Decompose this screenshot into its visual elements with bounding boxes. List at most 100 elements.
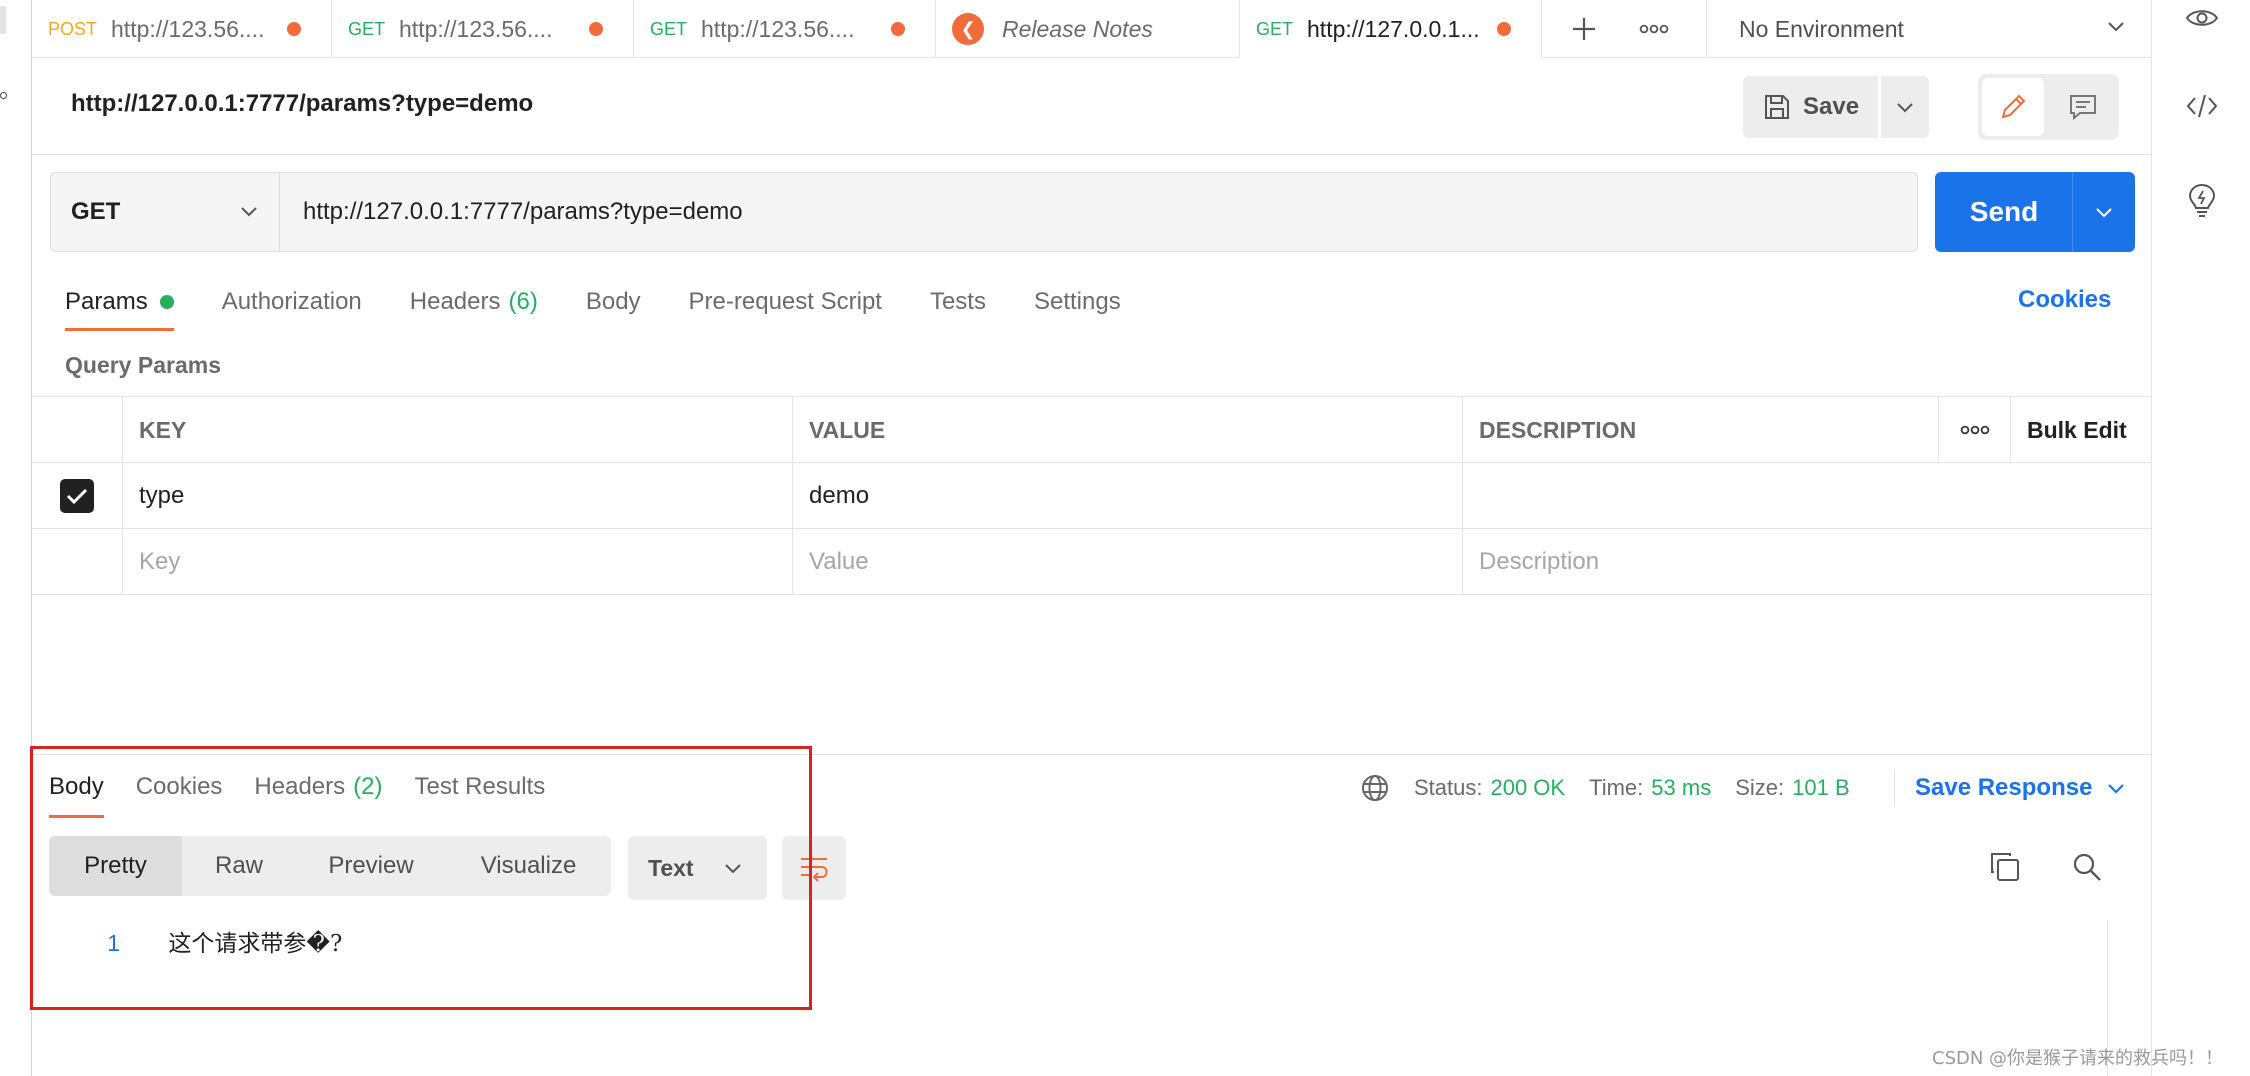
chevron-down-icon (2108, 22, 2124, 32)
param-description-cell[interactable] (1462, 463, 2151, 529)
new-value-input[interactable]: Value (792, 529, 1462, 595)
comment-icon (2070, 95, 2096, 121)
unsaved-dot-icon (1497, 22, 1511, 36)
environment-quick-look-button[interactable] (2180, 0, 2224, 40)
tab-request-1[interactable]: POST http://123.56.... (32, 0, 332, 58)
code-icon (2186, 94, 2218, 118)
pencil-icon (2001, 94, 2026, 119)
watermark: CSDN @你是猴子请来的救兵吗！！ (1932, 1048, 2224, 1069)
check-icon (66, 488, 88, 505)
save-response-button[interactable]: Save Response (1894, 770, 2126, 806)
environment-label: No Environment (1739, 15, 1904, 42)
tab-method: POST (48, 18, 98, 39)
save-label: Save (1803, 93, 1860, 120)
header-divider (32, 154, 2151, 155)
tab-label: Release Notes (1002, 15, 1153, 42)
column-description: DESCRIPTION (1462, 397, 1938, 463)
bulk-edit-button[interactable]: Bulk Edit (2010, 397, 2151, 463)
edit-mode-button[interactable] (1982, 78, 2044, 136)
table-row: type demo (32, 463, 2151, 529)
params-active-dot-icon (159, 295, 174, 309)
url-bar: GET (50, 172, 1918, 252)
tab-params[interactable]: Params (65, 270, 174, 334)
right-sidebar (2151, 0, 2250, 1076)
tab-pre-request-script[interactable]: Pre-request Script (689, 270, 882, 334)
param-value-cell[interactable]: demo (792, 463, 1462, 529)
tab-options-button[interactable] (1624, 0, 1684, 58)
tab-request-2[interactable]: GET http://123.56.... (332, 0, 634, 58)
tab-method: GET (650, 18, 688, 39)
time-value[interactable]: 53 ms (1651, 775, 1711, 801)
params-header-row: KEY VALUE DESCRIPTION Bulk Edit (32, 397, 2151, 463)
param-key-cell[interactable]: type (122, 463, 792, 529)
time-label: Time: (1589, 775, 1644, 800)
size-value[interactable]: 101 B (1792, 775, 1850, 801)
save-options-button[interactable] (1881, 76, 1929, 138)
column-value: VALUE (792, 397, 1462, 463)
request-tabs: Params Authorization Headers (6) Body Pr… (65, 270, 1169, 334)
tab-label: http://127.0.0.1... (1307, 15, 1480, 42)
tab-request-3[interactable]: GET http://123.56.... (634, 0, 936, 58)
copy-icon[interactable] (1988, 850, 2022, 884)
column-key: KEY (122, 397, 792, 463)
tab-authorization[interactable]: Authorization (222, 270, 362, 334)
tab-params-label: Params (65, 288, 148, 315)
url-input[interactable] (281, 173, 1915, 251)
tab-tests[interactable]: Tests (930, 270, 986, 334)
plus-icon (1573, 18, 1595, 40)
status-value[interactable]: 200 OK (1490, 775, 1565, 801)
annotation-highlight-box (30, 746, 812, 1010)
info-button[interactable] (2180, 178, 2224, 222)
tab-headers[interactable]: Headers (6) (410, 270, 538, 334)
send-options-button[interactable] (2073, 172, 2135, 252)
send-button-group: Send (1935, 172, 2135, 252)
new-description-input[interactable]: Description (1462, 529, 2151, 595)
tab-settings-label: Settings (1033, 288, 1121, 315)
tab-bar: POST http://123.56.... GET http://123.56… (32, 0, 2152, 59)
release-notes-icon: ❮ (952, 13, 984, 45)
documentation-mode-button[interactable] (2052, 78, 2114, 136)
send-button[interactable]: Send (1935, 172, 2073, 252)
unsaved-dot-icon (589, 22, 603, 36)
checkbox (60, 479, 94, 513)
tab-settings[interactable]: Settings (1034, 270, 1121, 334)
tab-label: http://123.56.... (701, 15, 855, 42)
mode-toggle (1978, 74, 2119, 140)
tab-label: http://123.56.... (111, 15, 265, 42)
environment-select[interactable]: No Environment (1706, 0, 2152, 58)
table-options-button[interactable] (1938, 397, 2010, 463)
unsaved-dot-icon (891, 22, 905, 36)
more-icon (1960, 425, 1989, 435)
save-button[interactable]: Save (1743, 76, 1878, 138)
globe-icon[interactable] (1360, 773, 1390, 803)
tab-release-notes[interactable]: ❮ Release Notes (936, 0, 1240, 58)
headers-count: (6) (508, 288, 538, 315)
lightbulb-icon (2188, 183, 2216, 217)
left-strip-mark (0, 6, 6, 34)
unsaved-dot-icon (287, 22, 301, 36)
chevron-down-icon (2096, 208, 2112, 218)
size-label: Size: (1735, 775, 1785, 800)
tab-method: GET (348, 18, 386, 39)
tab-request-active[interactable]: GET http://127.0.0.1... (1240, 0, 1542, 59)
left-strip (0, 0, 32, 1076)
cookies-link[interactable]: Cookies (2018, 286, 2111, 314)
tab-authorization-label: Authorization (221, 288, 362, 315)
chevron-down-icon (1897, 103, 1913, 113)
chevron-down-icon (241, 207, 257, 217)
params-table: KEY VALUE DESCRIPTION Bulk Edit type dem… (32, 396, 2151, 596)
request-title[interactable]: http://127.0.0.1:7777/params?type=demo (71, 90, 533, 118)
method-select[interactable]: GET (51, 173, 280, 251)
query-params-label: Query Params (65, 352, 221, 378)
tab-body-label: Body (585, 288, 641, 315)
search-icon[interactable] (2070, 850, 2104, 884)
save-response-label: Save Response (1915, 774, 2093, 801)
row-checkbox[interactable] (32, 463, 122, 529)
tab-body[interactable]: Body (586, 270, 641, 334)
code-snippet-button[interactable] (2180, 84, 2224, 128)
method-value: GET (71, 198, 121, 225)
save-icon (1765, 95, 1789, 119)
new-key-input[interactable]: Key (122, 529, 792, 595)
new-tab-button[interactable] (1554, 0, 1614, 58)
response-meta: Status: 200 OK Time: 53 ms Size: 101 B (1360, 770, 1874, 806)
